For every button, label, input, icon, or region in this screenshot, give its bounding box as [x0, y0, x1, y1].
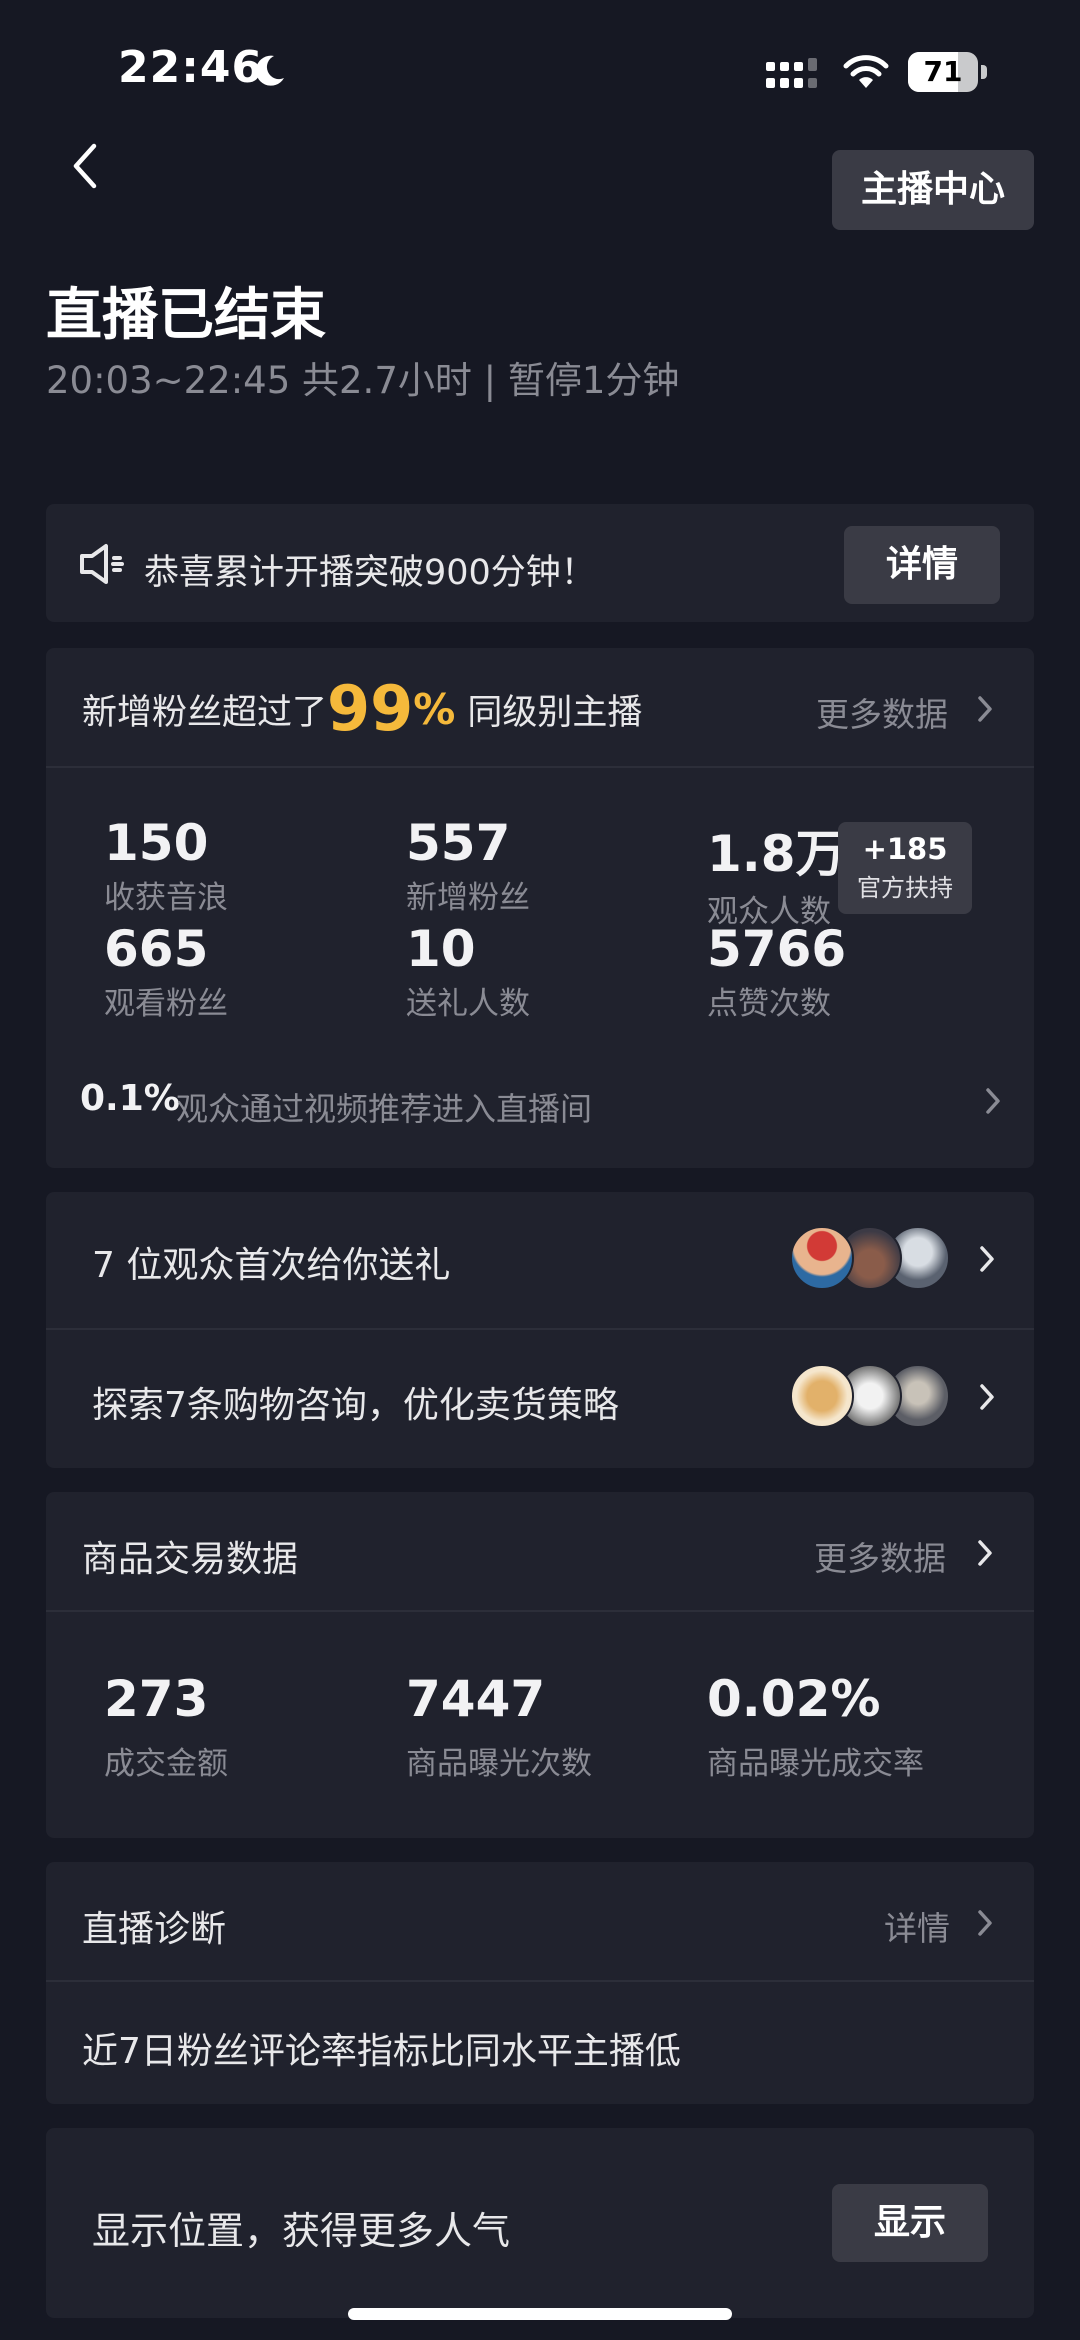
home-indicator: [348, 2308, 732, 2320]
goods-stat-exposure: 7447 商品曝光次数: [406, 1670, 592, 1782]
diagnosis-text: 近7日粉丝评论率指标比同水平主播低: [82, 2031, 681, 2072]
anchor-center-button[interactable]: 主播中心: [832, 150, 1034, 230]
divider: [46, 1980, 1034, 1982]
chevron-left-icon[interactable]: [66, 140, 102, 192]
chevron-right-icon: [978, 1540, 992, 1566]
moon-icon: [255, 55, 284, 86]
video-recommend-row[interactable]: 0.1% 观众通过视频推荐进入直播间: [80, 1078, 1000, 1128]
diagnosis-detail-link[interactable]: 详情: [884, 1902, 1004, 1948]
official-support-badge: +185 官方扶持: [838, 822, 972, 914]
chevron-right-icon: [980, 1384, 994, 1410]
status-time: 22:46: [118, 42, 264, 93]
goods-trade-card: 商品交易数据 更多数据 273 成交金额 7447 商品曝光次数 0.02% 商…: [46, 1492, 1034, 1838]
diagnosis-title: 直播诊断: [82, 1909, 227, 1950]
show-location-button[interactable]: 显示: [832, 2184, 988, 2262]
shopping-inquiry-row[interactable]: 探索7条购物咨询，优化卖货策略: [46, 1330, 1034, 1468]
gifter-avatars: [790, 1226, 950, 1294]
first-gift-row[interactable]: 7 位观众首次给你送礼: [46, 1192, 1034, 1328]
notice-text: 恭喜累计开播突破900分钟！: [144, 553, 596, 593]
recommend-percent: 0.1%: [80, 1078, 180, 1119]
goods-more-data-link[interactable]: 更多数据: [814, 1532, 1004, 1578]
chevron-right-icon: [978, 696, 992, 722]
battery-icon: 71: [908, 52, 987, 92]
stat-gifters: 10 送礼人数: [406, 920, 530, 1022]
chevron-right-icon: [986, 1088, 1000, 1114]
inquirer-avatars: [790, 1364, 950, 1432]
recommend-text: 观众通过视频推荐进入直播间: [176, 1090, 593, 1128]
stat-watching-fans: 665 观看粉丝: [104, 920, 228, 1022]
signal-icon: [766, 58, 817, 88]
stat-viewers: 1.8万 观众人数: [707, 825, 846, 930]
goods-stat-conversion: 0.02% 商品曝光成交率: [707, 1670, 924, 1782]
live-diagnosis-card: 直播诊断 详情 近7日粉丝评论率指标比同水平主播低: [46, 1862, 1034, 2104]
stat-new-fans: 557 新增粉丝: [406, 814, 530, 916]
milestone-notice-card: 恭喜累计开播突破900分钟！ 详情: [46, 504, 1034, 622]
speaker-icon: [80, 544, 124, 584]
stat-gift-value: 150 收获音浪: [104, 814, 228, 916]
wifi-icon: [843, 55, 889, 88]
chevron-right-icon: [978, 1910, 992, 1936]
fans-ranking-headline: 新增粉丝超过了99% 同级别主播: [82, 672, 643, 745]
stat-likes: 5766 点赞次数: [707, 920, 847, 1022]
divider: [46, 1610, 1034, 1612]
divider: [46, 766, 1034, 768]
goods-title: 商品交易数据: [82, 1539, 299, 1580]
notice-detail-button[interactable]: 详情: [844, 526, 1000, 604]
stats-more-data-link[interactable]: 更多数据: [816, 688, 1006, 734]
page-title: 直播已结束: [46, 283, 326, 348]
fans-ranking-value: 99: [327, 672, 414, 745]
avatar: [790, 1226, 854, 1290]
goods-stat-revenue: 273 成交金额: [104, 1670, 228, 1782]
live-stats-card: 新增粉丝超过了99% 同级别主播 更多数据 150 收获音浪 557 新增粉丝 1…: [46, 648, 1034, 1168]
chevron-right-icon: [980, 1246, 994, 1272]
avatar: [790, 1364, 854, 1428]
battery-level-text: 71: [923, 55, 963, 88]
location-text: 显示位置，获得更多人气: [92, 2209, 511, 2253]
live-duration-subtitle: 20:03~22:45 共2.7小时 | 暂停1分钟: [46, 359, 680, 402]
gifts-shopping-card: 7 位观众首次给你送礼 探索7条购物咨询，优化卖货策略: [46, 1192, 1034, 1468]
show-location-card: 显示位置，获得更多人气 显示: [46, 2128, 1034, 2318]
